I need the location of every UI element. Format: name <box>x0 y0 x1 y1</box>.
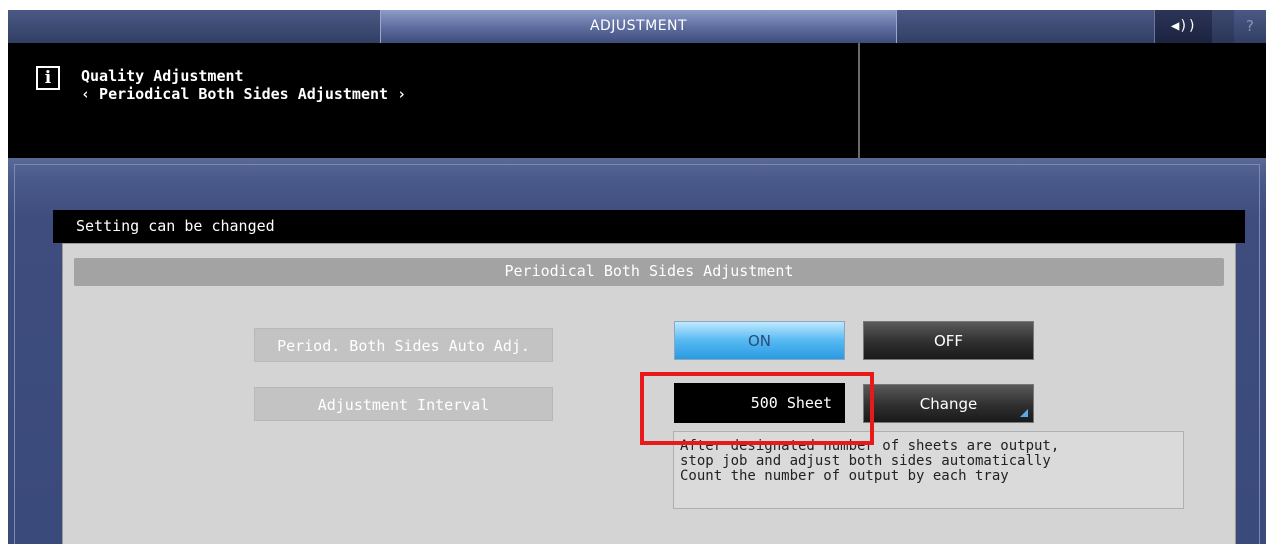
on-button[interactable]: ON <box>674 321 845 360</box>
top-bar-left <box>8 10 380 43</box>
note-line: stop job and adjust both sides automatic… <box>680 453 1051 469</box>
change-button[interactable]: Change <box>863 384 1034 423</box>
interval-label: Adjustment Interval <box>254 387 553 421</box>
info-icon: i <box>36 66 60 90</box>
auto-adj-label: Period. Both Sides Auto Adj. <box>254 328 553 362</box>
settings-panel: Periodical Both Sides Adjustment Period.… <box>62 243 1236 544</box>
speaker-button[interactable]: ◀)) <box>1154 10 1212 43</box>
corner-triangle-icon <box>1020 409 1028 417</box>
note-line: Count the number of output by each tray <box>680 468 1009 484</box>
breadcrumb-subtitle: ‹ Periodical Both Sides Adjustment › <box>81 85 407 103</box>
change-button-label: Change <box>919 395 978 413</box>
section-title: Periodical Both Sides Adjustment <box>74 258 1224 286</box>
header-divider <box>858 43 860 158</box>
top-bar: ADJUSTMENT ◀)) ? <box>8 10 1266 43</box>
status-message: Setting can be changed <box>53 210 1245 243</box>
description-note: After designated number of sheets are ou… <box>673 431 1184 509</box>
interval-value: 500 Sheet <box>674 383 845 423</box>
main-area: Setting can be changed Periodical Both S… <box>8 158 1266 544</box>
top-bar-middle <box>897 10 1154 43</box>
help-button[interactable]: ? <box>1234 10 1266 43</box>
note-line: After designated number of sheets are ou… <box>680 438 1060 454</box>
off-button[interactable]: OFF <box>863 321 1034 360</box>
screen-title: ADJUSTMENT <box>380 10 897 43</box>
breadcrumb-title: Quality Adjustment <box>81 67 244 85</box>
app-frame: ADJUSTMENT ◀)) ? i Quality Adjustment ‹ … <box>8 10 1266 544</box>
speaker-icon: ◀)) <box>1170 18 1197 34</box>
header: i Quality Adjustment ‹ Periodical Both S… <box>8 43 1266 158</box>
